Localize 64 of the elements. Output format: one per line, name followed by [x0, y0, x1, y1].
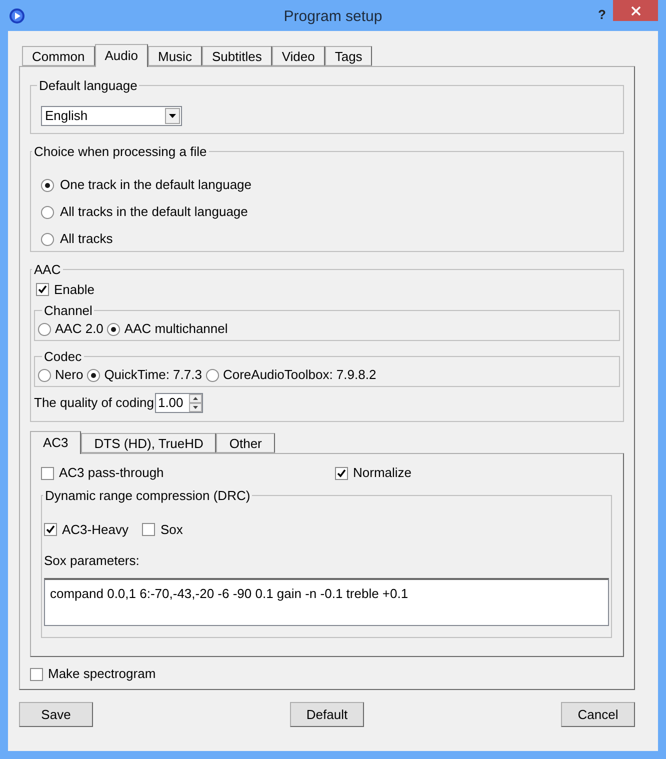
tab[interactable]: AC3 [30, 431, 82, 454]
option-label: Make spectrogram [48, 665, 156, 684]
tab[interactable]: DTS (HD), TrueHD [81, 433, 216, 453]
radio-button[interactable] [38, 368, 51, 382]
help-button[interactable]: ? [598, 5, 606, 24]
radio-button[interactable] [87, 368, 100, 382]
radio-button[interactable] [41, 232, 54, 246]
option-label: Nero [55, 366, 84, 384]
group-label: Dynamic range compression (DRC) [44, 487, 252, 505]
dropdown-button[interactable] [165, 108, 180, 124]
tab[interactable]: Other [216, 433, 275, 453]
spin-up-button[interactable] [188, 394, 202, 402]
tab[interactable]: Common [22, 46, 95, 66]
field-label: Sox parameters: [44, 552, 140, 566]
radio-button[interactable] [41, 178, 54, 192]
group-label: Codec [43, 348, 83, 366]
window-title: Program setup [284, 7, 382, 27]
up-arrow-icon [192, 396, 198, 400]
group-label: Channel [43, 302, 94, 320]
app-icon [9, 8, 25, 24]
dropdown-value: English [45, 106, 88, 125]
option-label: One track in the default language [60, 176, 252, 194]
checkbox[interactable] [30, 668, 43, 680]
option-label: Sox [160, 520, 183, 539]
checkbox[interactable] [41, 466, 54, 480]
checkbox[interactable] [142, 523, 156, 536]
language-dropdown[interactable]: English [41, 106, 182, 126]
option-label: AC3 pass-through [59, 464, 164, 482]
dialog-button[interactable]: Cancel [561, 702, 635, 727]
field-label: The quality of coding [34, 394, 154, 412]
option-label: Enable [54, 280, 94, 299]
checkbox[interactable] [335, 466, 348, 480]
close-icon [630, 6, 640, 16]
tab[interactable]: Subtitles [202, 46, 272, 66]
option-label: QuickTime: 7.7.3 [104, 366, 202, 384]
spin-down-button[interactable] [188, 402, 202, 412]
option-label: AAC 2.0 [55, 320, 104, 338]
close-button[interactable] [613, 0, 658, 21]
option-label: AAC multichannel [124, 320, 228, 338]
checkbox[interactable] [44, 523, 57, 536]
group-label: Choice when processing a file [33, 143, 208, 161]
dialog-button[interactable]: Save [19, 702, 93, 727]
sox-parameters-field[interactable]: compand 0.0,1 6:-70,-43,-20 -6 -90 0.1 gain -n -0.1 treble +0.1 [44, 578, 609, 626]
tab[interactable]: Music [148, 46, 202, 66]
group-label: AAC [33, 261, 62, 279]
group-label: Default language [38, 77, 138, 95]
radio-button[interactable] [206, 368, 219, 382]
radio-button[interactable] [107, 322, 120, 336]
caret-icon [169, 114, 176, 118]
dialog-button[interactable]: Default [290, 702, 364, 727]
down-arrow-icon [192, 406, 198, 408]
radio-button[interactable] [38, 322, 51, 336]
checkbox[interactable] [36, 283, 49, 296]
quality-spinbox[interactable]: 1.00 [154, 392, 203, 412]
option-label: AC3-Heavy [62, 520, 128, 539]
option-label: Normalize [353, 464, 412, 482]
option-label: CoreAudioToolbox: 7.9.8.2 [222, 366, 376, 384]
spinbox-value: 1.00 [158, 394, 184, 412]
tab[interactable]: Audio [94, 44, 148, 67]
option-label: All tracks [60, 230, 113, 248]
radio-button[interactable] [41, 206, 54, 218]
tab[interactable]: Video [272, 46, 325, 66]
tab[interactable]: Tags [324, 46, 372, 66]
option-label: All tracks in the default language [60, 203, 248, 222]
